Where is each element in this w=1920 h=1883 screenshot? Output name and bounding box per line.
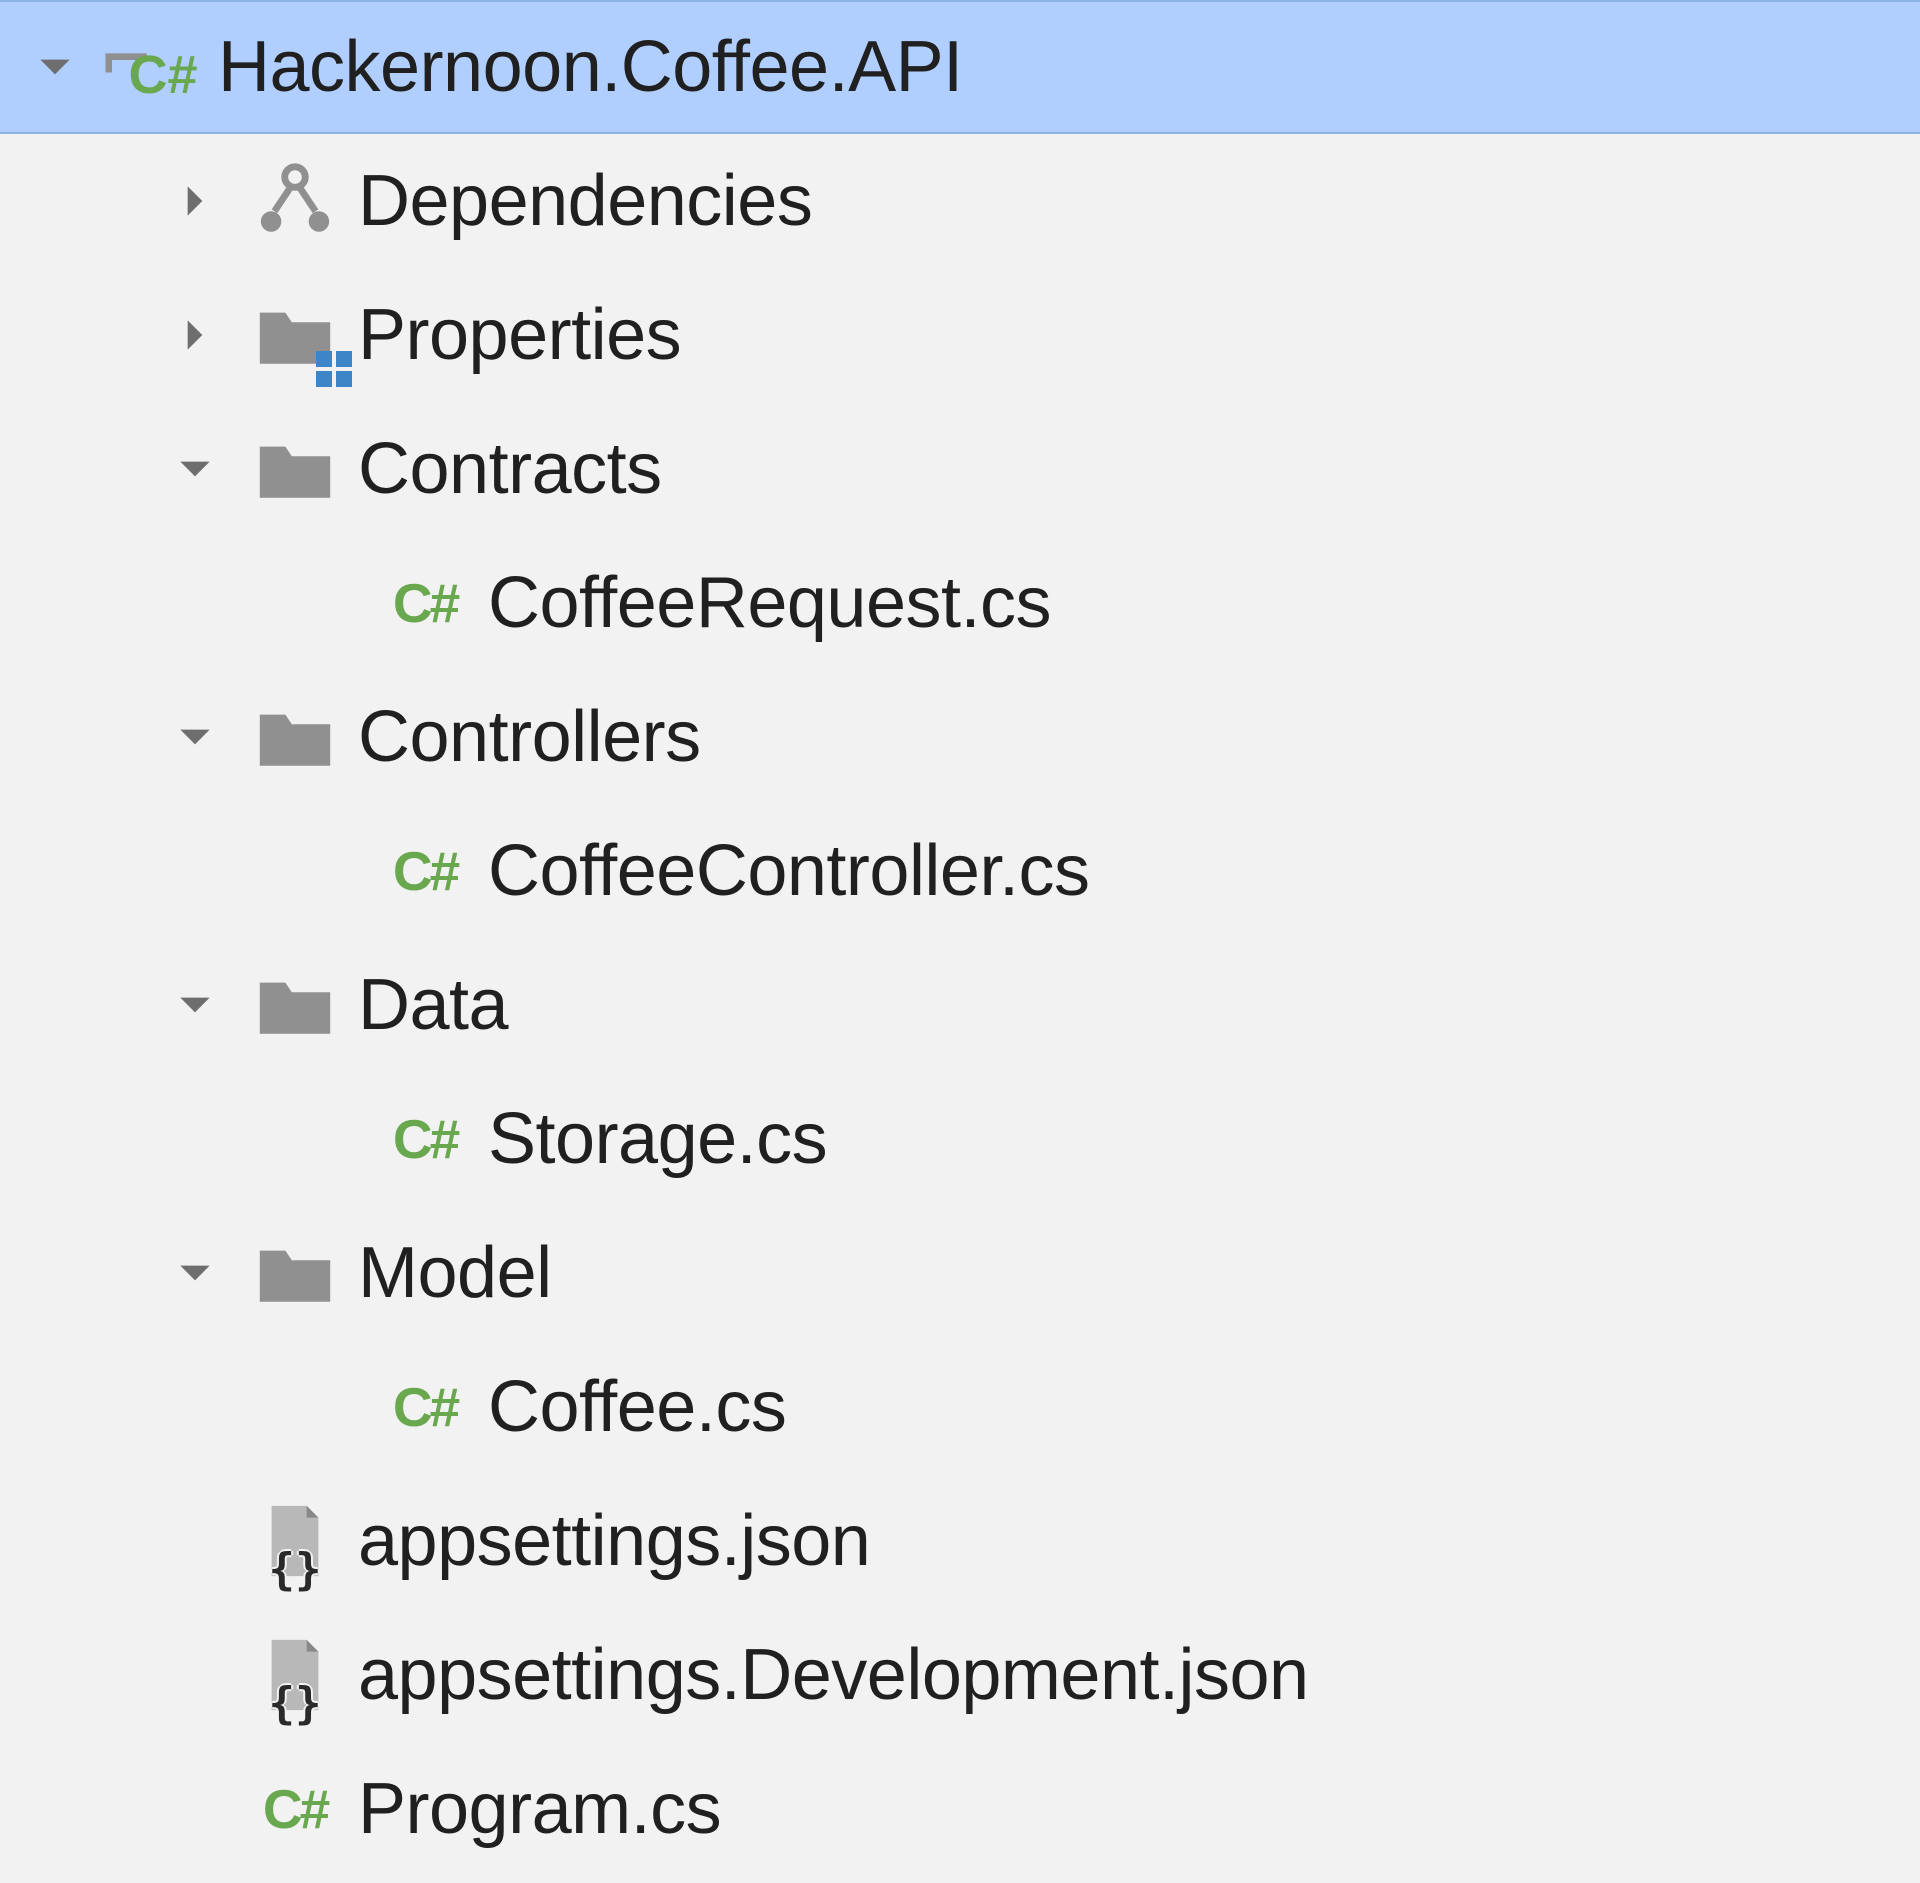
folder-icon bbox=[240, 687, 350, 787]
tree-row-project-root[interactable]: ⌐ C# Hackernoon.Coffee.API bbox=[0, 0, 1920, 134]
json-config-icon: {} bbox=[240, 1491, 350, 1591]
chevron-down-icon[interactable] bbox=[150, 1228, 240, 1318]
tree-row-folder-data[interactable]: Data bbox=[0, 938, 1920, 1072]
tree-item-label: Contracts bbox=[358, 428, 662, 510]
csharp-project-icon: ⌐ C# bbox=[100, 17, 210, 117]
tree-item-label: appsettings.json bbox=[358, 1500, 870, 1582]
dependencies-icon bbox=[240, 151, 350, 251]
tree-row-file-coffeecontroller[interactable]: C# CoffeeController.cs bbox=[0, 804, 1920, 938]
csharp-file-icon: C# bbox=[370, 1089, 480, 1189]
tree-row-file-program[interactable]: C# Program.cs bbox=[0, 1742, 1920, 1876]
tree-row-file-appsettings[interactable]: {} appsettings.json bbox=[0, 1474, 1920, 1608]
csharp-file-icon: C# bbox=[370, 821, 480, 921]
tree-item-label: Dependencies bbox=[358, 160, 812, 242]
folder-icon bbox=[240, 419, 350, 519]
tree-item-label: Controllers bbox=[358, 696, 701, 778]
tree-item-label: Storage.cs bbox=[488, 1098, 827, 1180]
json-config-icon: {} bbox=[240, 1625, 350, 1725]
tree-row-file-storage[interactable]: C# Storage.cs bbox=[0, 1072, 1920, 1206]
tree-row-file-cofferequest[interactable]: C# CoffeeRequest.cs bbox=[0, 536, 1920, 670]
chevron-down-icon[interactable] bbox=[150, 692, 240, 782]
tree-item-label: Model bbox=[358, 1232, 552, 1314]
csharp-file-icon: C# bbox=[370, 1357, 480, 1457]
tree-row-file-coffee[interactable]: C# Coffee.cs bbox=[0, 1340, 1920, 1474]
tree-item-label: Properties bbox=[358, 294, 681, 376]
tree-item-label: Coffee.cs bbox=[488, 1366, 786, 1448]
tree-row-dependencies[interactable]: Dependencies bbox=[0, 134, 1920, 268]
tree-item-label: Hackernoon.Coffee.API bbox=[218, 26, 963, 108]
tree-item-label: CoffeeController.cs bbox=[488, 830, 1089, 912]
folder-icon bbox=[240, 1223, 350, 1323]
csharp-file-icon: C# bbox=[370, 553, 480, 653]
folder-icon bbox=[240, 955, 350, 1055]
chevron-down-icon[interactable] bbox=[150, 424, 240, 514]
tree-row-folder-contracts[interactable]: Contracts bbox=[0, 402, 1920, 536]
tree-row-file-appsettings-dev[interactable]: {} appsettings.Development.json bbox=[0, 1608, 1920, 1742]
chevron-right-icon[interactable] bbox=[150, 290, 240, 380]
properties-folder-icon bbox=[240, 285, 350, 385]
tree-item-label: Data bbox=[358, 964, 508, 1046]
tree-item-label: Program.cs bbox=[358, 1768, 721, 1850]
project-tree: ⌐ C# Hackernoon.Coffee.API Dependencies bbox=[0, 0, 1920, 1876]
tree-row-folder-model[interactable]: Model bbox=[0, 1206, 1920, 1340]
chevron-right-icon[interactable] bbox=[150, 156, 240, 246]
chevron-down-icon[interactable] bbox=[10, 22, 100, 112]
tree-item-label: CoffeeRequest.cs bbox=[488, 562, 1051, 644]
tree-row-properties[interactable]: Properties bbox=[0, 268, 1920, 402]
chevron-down-icon[interactable] bbox=[150, 960, 240, 1050]
tree-item-label: appsettings.Development.json bbox=[358, 1634, 1309, 1716]
csharp-file-icon: C# bbox=[240, 1759, 350, 1859]
tree-row-folder-controllers[interactable]: Controllers bbox=[0, 670, 1920, 804]
